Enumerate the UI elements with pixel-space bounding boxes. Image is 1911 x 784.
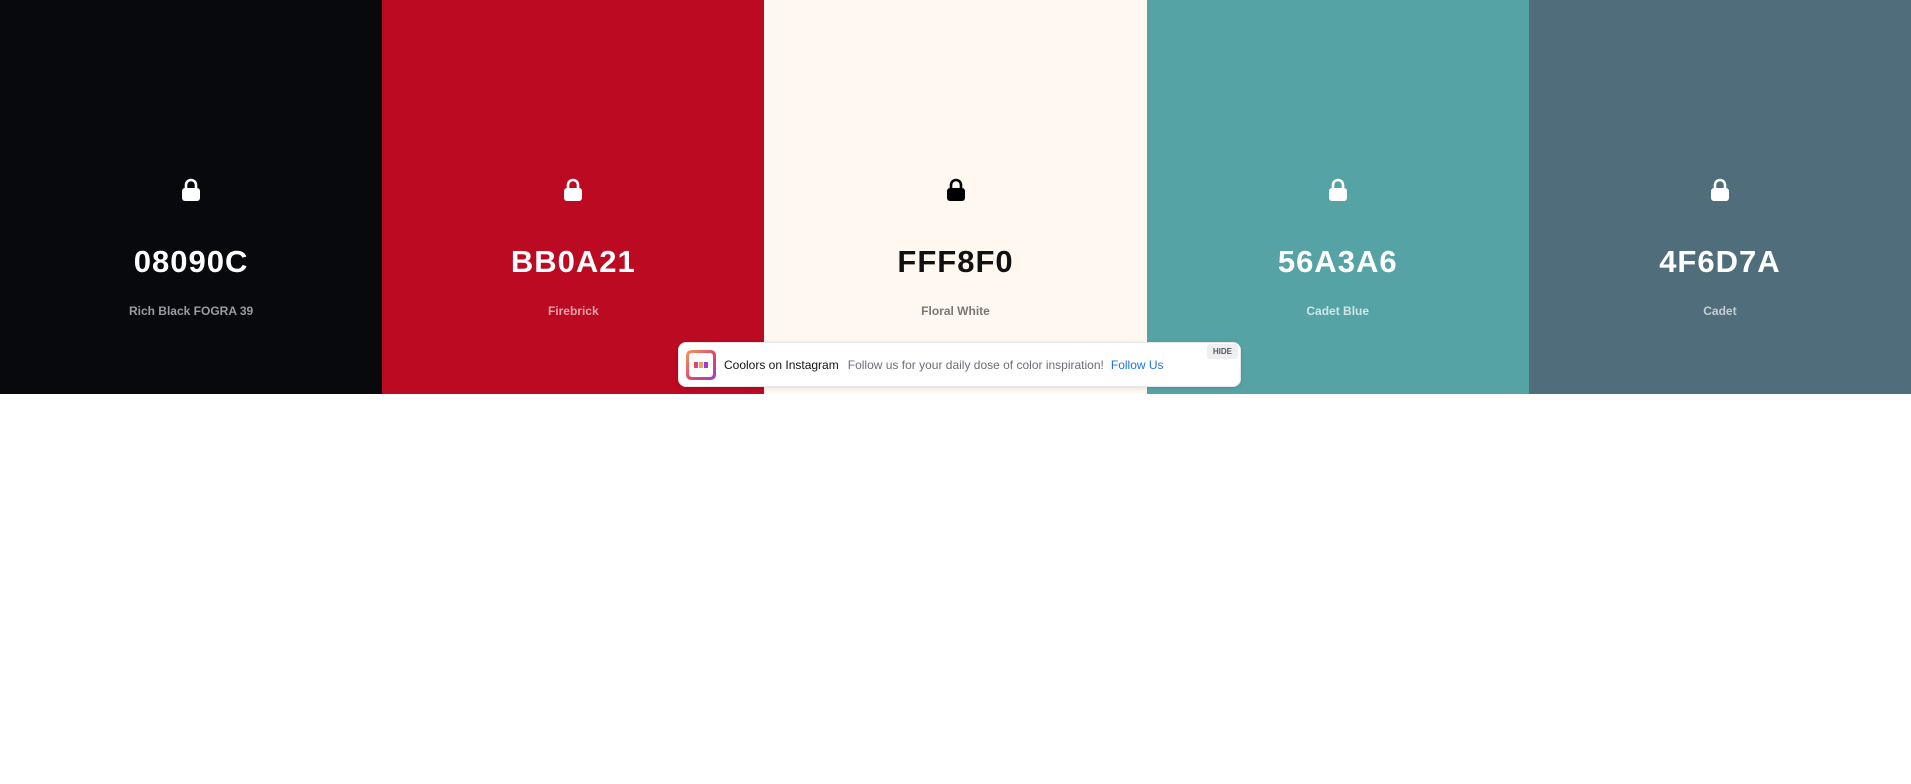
- lock-icon[interactable]: [179, 177, 203, 203]
- coolors-mark-icon: [694, 361, 708, 368]
- color-name[interactable]: Cadet Blue: [1147, 304, 1529, 318]
- hex-code[interactable]: FFF8F0: [764, 244, 1146, 280]
- color-name[interactable]: Rich Black FOGRA 39: [0, 304, 382, 318]
- lock-icon[interactable]: [561, 177, 585, 203]
- hex-code[interactable]: 08090C: [0, 244, 382, 280]
- swatch-cadet-blue[interactable]: 56A3A6 Cadet Blue: [1146, 0, 1529, 394]
- color-name[interactable]: Floral White: [764, 304, 1146, 318]
- follow-us-link[interactable]: Follow Us: [1111, 358, 1164, 372]
- swatch-floral-white[interactable]: FFF8F0 Floral White: [764, 0, 1147, 394]
- hex-code[interactable]: BB0A21: [382, 244, 764, 280]
- palette: 08090C Rich Black FOGRA 39 BB0A21 Firebr…: [0, 0, 1911, 394]
- instagram-toast: Coolors on Instagram Follow us for your …: [678, 342, 1241, 387]
- lock-icon[interactable]: [1708, 177, 1732, 203]
- swatch-firebrick[interactable]: BB0A21 Firebrick: [382, 0, 765, 394]
- swatch-cadet[interactable]: 4F6D7A Cadet: [1528, 0, 1911, 394]
- toast-title: Coolors on Instagram: [724, 357, 839, 372]
- hex-code[interactable]: 4F6D7A: [1529, 244, 1911, 280]
- color-name[interactable]: Cadet: [1529, 304, 1911, 318]
- hide-button[interactable]: HIDE: [1206, 344, 1238, 359]
- hex-code[interactable]: 56A3A6: [1147, 244, 1529, 280]
- instagram-logo-icon: [686, 349, 716, 380]
- swatch-rich-black[interactable]: 08090C Rich Black FOGRA 39: [0, 0, 383, 394]
- lock-icon[interactable]: [944, 177, 968, 203]
- lock-icon[interactable]: [1326, 177, 1350, 203]
- toast-message: Follow us for your daily dose of color i…: [847, 357, 1104, 372]
- color-name[interactable]: Firebrick: [382, 304, 764, 318]
